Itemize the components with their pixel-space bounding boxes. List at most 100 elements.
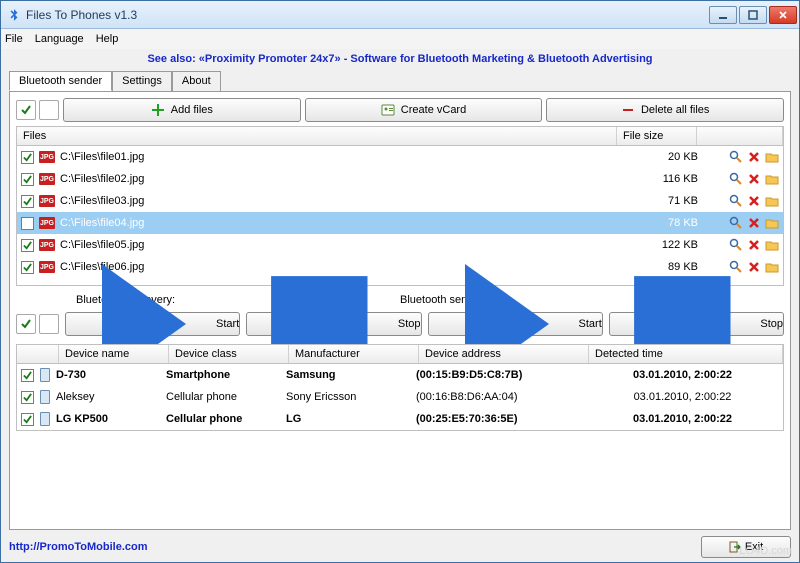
device-checkbox[interactable] xyxy=(21,369,34,382)
sender-stop-button[interactable]: Stop xyxy=(609,312,784,336)
add-files-button[interactable]: Add files xyxy=(63,98,301,122)
device-time: 03.01.2010, 2:00:22 xyxy=(586,413,779,425)
device-name: D-730 xyxy=(56,369,166,381)
folder-icon[interactable] xyxy=(765,150,779,164)
delete-icon[interactable] xyxy=(747,150,761,164)
add-files-label: Add files xyxy=(171,104,213,116)
plus-icon xyxy=(151,103,165,117)
folder-icon[interactable] xyxy=(765,216,779,230)
col-manufacturer[interactable]: Manufacturer xyxy=(289,345,419,363)
device-address: (00:15:B9:D5:C8:7B) xyxy=(416,369,586,381)
folder-icon[interactable] xyxy=(765,238,779,252)
minimize-button[interactable] xyxy=(709,6,737,24)
tabs: Bluetooth sender Settings About xyxy=(1,71,799,91)
device-row[interactable]: D-730SmartphoneSamsung(00:15:B9:D5:C8:7B… xyxy=(17,364,783,386)
tab-content: Add files Create vCard Delete all files … xyxy=(9,91,791,530)
file-checkbox[interactable] xyxy=(21,151,34,164)
magnify-icon[interactable] xyxy=(729,172,743,186)
col-actions xyxy=(697,127,783,145)
folder-icon[interactable] xyxy=(765,194,779,208)
discovery-stop-label: Stop xyxy=(398,318,421,330)
device-manufacturer: Sony Ericsson xyxy=(286,391,416,403)
devices-list[interactable]: D-730SmartphoneSamsung(00:15:B9:D5:C8:7B… xyxy=(16,364,784,431)
magnify-icon[interactable] xyxy=(729,194,743,208)
menu-help[interactable]: Help xyxy=(96,33,119,45)
col-dev-chk xyxy=(17,345,59,363)
deselect-all-files-checkbox[interactable] xyxy=(39,100,59,120)
maximize-button[interactable] xyxy=(739,6,767,24)
delete-all-label: Delete all files xyxy=(641,104,709,116)
file-size: 78 KB xyxy=(644,217,704,229)
file-size: 71 KB xyxy=(644,195,704,207)
device-checkbox[interactable] xyxy=(21,391,34,404)
menubar: File Language Help xyxy=(1,29,799,49)
device-class: Cellular phone xyxy=(166,391,286,403)
device-time: 03.01.2010, 2:00:22 xyxy=(586,369,779,381)
device-address: (00:25:E5:70:36:5E) xyxy=(416,413,586,425)
col-device-address[interactable]: Device address xyxy=(419,345,589,363)
discovery-stop-button[interactable]: Stop xyxy=(246,312,421,336)
delete-icon[interactable] xyxy=(747,172,761,186)
devices-list-header: Device name Device class Manufacturer De… xyxy=(16,344,784,364)
delete-icon[interactable] xyxy=(747,216,761,230)
app-window: Files To Phones v1.3 File Language Help … xyxy=(0,0,800,563)
device-time: 03.01.2010, 2:00:22 xyxy=(586,391,779,403)
col-files[interactable]: Files xyxy=(17,127,617,145)
phone-icon xyxy=(40,368,50,382)
device-class: Cellular phone xyxy=(166,413,286,425)
file-size: 116 KB xyxy=(644,173,704,185)
file-checkbox[interactable] xyxy=(21,261,34,274)
delete-icon[interactable] xyxy=(747,238,761,252)
select-all-files-checkbox[interactable] xyxy=(16,100,36,120)
device-manufacturer: Samsung xyxy=(286,369,416,381)
tab-about[interactable]: About xyxy=(172,71,221,91)
sender-start-button[interactable]: Start xyxy=(428,312,603,336)
device-name: Aleksey xyxy=(56,391,166,403)
delete-all-files-button[interactable]: Delete all files xyxy=(546,98,784,122)
select-all-devices-checkbox[interactable] xyxy=(16,314,36,334)
device-checkbox[interactable] xyxy=(21,413,34,426)
file-row[interactable]: JPGC:\Files\file04.jpg78 KB xyxy=(17,212,783,234)
promo-link[interactable]: http://PromoToMobile.com xyxy=(9,541,148,553)
file-row[interactable]: JPGC:\Files\file02.jpg116 KB xyxy=(17,168,783,190)
banner-link[interactable]: See also: «Proximity Promoter 24x7» - So… xyxy=(147,53,652,65)
folder-icon[interactable] xyxy=(765,260,779,274)
col-device-class[interactable]: Device class xyxy=(169,345,289,363)
bluetooth-icon xyxy=(7,8,21,22)
magnify-icon[interactable] xyxy=(729,238,743,252)
file-checkbox[interactable] xyxy=(21,173,34,186)
magnify-icon[interactable] xyxy=(729,216,743,230)
file-checkbox[interactable] xyxy=(21,239,34,252)
close-button[interactable] xyxy=(769,6,797,24)
file-path: C:\Files\file03.jpg xyxy=(60,195,639,207)
delete-icon[interactable] xyxy=(747,194,761,208)
footer: http://PromoToMobile.com Exit xyxy=(1,534,799,562)
folder-icon[interactable] xyxy=(765,172,779,186)
magnify-icon[interactable] xyxy=(729,150,743,164)
create-vcard-button[interactable]: Create vCard xyxy=(305,98,543,122)
col-device-name[interactable]: Device name xyxy=(59,345,169,363)
file-row[interactable]: JPGC:\Files\file03.jpg71 KB xyxy=(17,190,783,212)
jpg-icon: JPG xyxy=(39,151,55,163)
file-path: C:\Files\file01.jpg xyxy=(60,151,639,163)
device-row[interactable]: LG KP500Cellular phoneLG(00:25:E5:70:36:… xyxy=(17,408,783,430)
tab-settings[interactable]: Settings xyxy=(112,71,172,91)
tab-bluetooth-sender[interactable]: Bluetooth sender xyxy=(9,71,112,91)
col-file-size[interactable]: File size xyxy=(617,127,697,145)
menu-language[interactable]: Language xyxy=(35,33,84,45)
files-toolbar: Add files Create vCard Delete all files xyxy=(16,98,784,122)
jpg-icon: JPG xyxy=(39,217,55,229)
file-checkbox[interactable] xyxy=(21,195,34,208)
menu-file[interactable]: File xyxy=(5,33,23,45)
exit-button[interactable]: Exit xyxy=(701,536,791,558)
file-checkbox[interactable] xyxy=(21,217,34,230)
device-row[interactable]: AlekseyCellular phoneSony Ericsson(00:16… xyxy=(17,386,783,408)
col-detected-time[interactable]: Detected time xyxy=(589,345,783,363)
file-row[interactable]: JPGC:\Files\file01.jpg20 KB xyxy=(17,146,783,168)
jpg-icon: JPG xyxy=(39,239,55,251)
deselect-all-devices-checkbox[interactable] xyxy=(39,314,59,334)
discovery-start-button[interactable]: Start xyxy=(65,312,240,336)
file-size: 122 KB xyxy=(644,239,704,251)
file-path: C:\Files\file02.jpg xyxy=(60,173,639,185)
phone-icon xyxy=(40,390,50,404)
